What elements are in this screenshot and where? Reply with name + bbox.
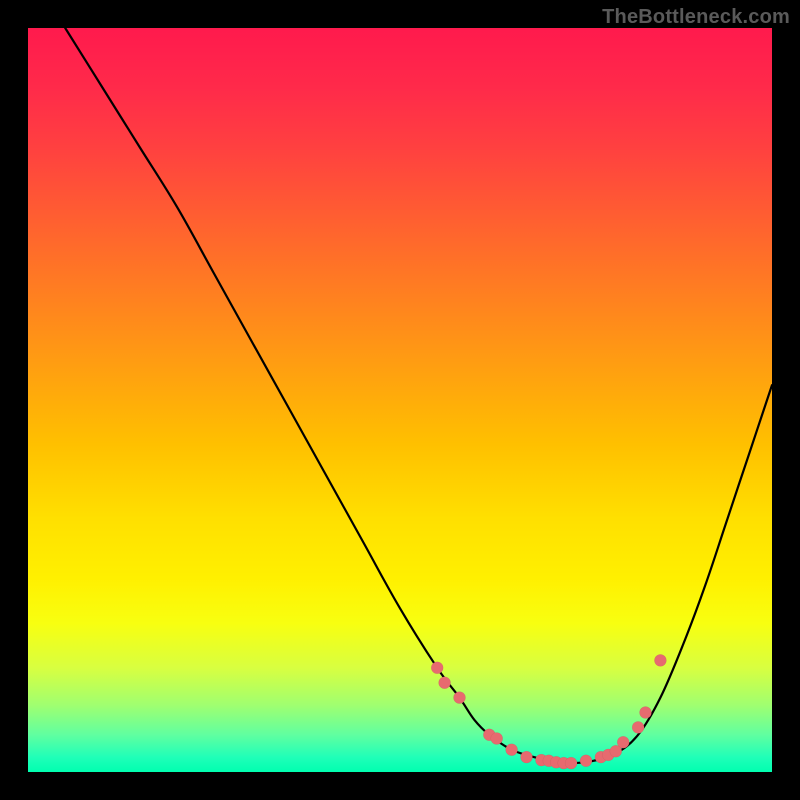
marker-point — [565, 757, 577, 769]
marker-point — [640, 707, 652, 719]
chart-frame: TheBottleneck.com — [0, 0, 800, 800]
marker-point — [632, 721, 644, 733]
marker-point — [439, 677, 451, 689]
marker-point — [521, 751, 533, 763]
marker-point — [491, 733, 503, 745]
marker-group — [431, 654, 666, 769]
bottleneck-curve — [65, 28, 772, 763]
watermark-text: TheBottleneck.com — [602, 6, 790, 29]
marker-point — [454, 692, 466, 704]
marker-point — [580, 755, 592, 767]
marker-point — [617, 736, 629, 748]
marker-point — [506, 744, 518, 756]
chart-overlay — [28, 28, 772, 772]
plot-area — [28, 28, 772, 772]
marker-point — [654, 654, 666, 666]
marker-point — [431, 662, 443, 674]
